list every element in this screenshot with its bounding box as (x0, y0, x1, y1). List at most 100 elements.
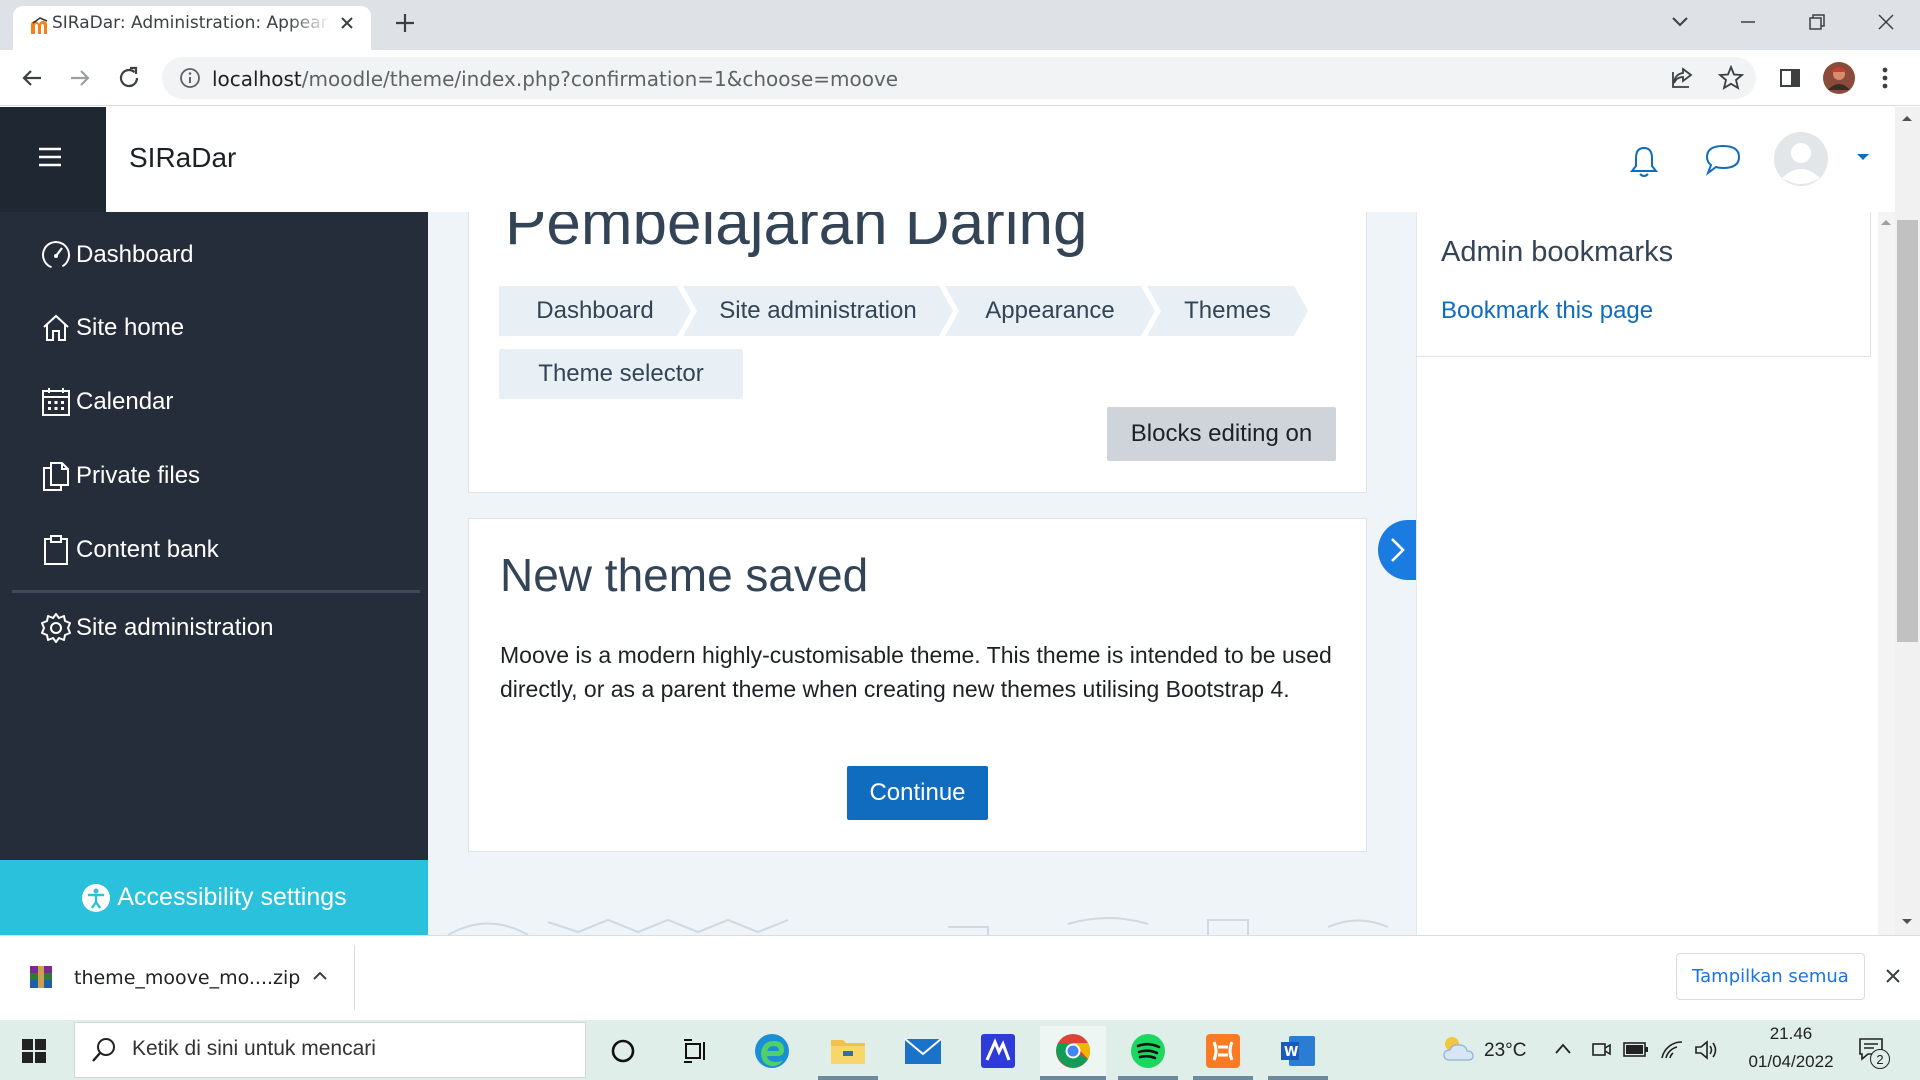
notification-bell-icon[interactable] (1628, 145, 1660, 179)
spotify-icon[interactable] (1115, 1026, 1181, 1076)
back-arrow-icon[interactable] (20, 66, 44, 90)
notice-title: New theme saved (500, 549, 869, 601)
page-heading-clip: Pembelajaran Daring (468, 212, 1367, 282)
inner-scrollbar[interactable] (1878, 212, 1895, 935)
scrollbar-thumb[interactable] (1897, 220, 1918, 642)
spotify-active-indicator (1118, 1076, 1178, 1080)
background-ornament (447, 917, 1389, 935)
tab-search-chevron-down-icon[interactable] (1670, 14, 1690, 30)
xampp-active-indicator (1193, 1076, 1253, 1080)
drawer-item-calendar[interactable]: Calendar (40, 382, 173, 422)
continue-button[interactable]: Continue (847, 766, 988, 820)
moodle-navbar (0, 107, 1895, 212)
breadcrumb-appearance[interactable]: Appearance (945, 286, 1155, 336)
weather-partly-cloudy-icon (1440, 1034, 1476, 1064)
drawer-item-label: Site home (76, 314, 185, 341)
forward-arrow-icon[interactable] (68, 66, 92, 90)
notice-text: Moove is a modern highly-customisable th… (500, 642, 1332, 702)
url-text: localhost/moodle/theme/index.php?confirm… (212, 67, 899, 91)
show-all-downloads-button[interactable]: Tampilkan semua (1676, 953, 1865, 1000)
notification-count-badge: 2 (1870, 1049, 1890, 1069)
user-menu-caret-icon[interactable] (1856, 152, 1870, 162)
wifi-icon[interactable] (1660, 1040, 1684, 1060)
accessibility-label: Accessibility settings (117, 883, 347, 911)
scroll-up-arrow-icon[interactable] (1901, 114, 1913, 122)
meet-now-icon[interactable] (1590, 1038, 1612, 1060)
calendar-icon (42, 388, 70, 416)
page-heading: Pembelajaran Daring (505, 212, 1088, 258)
clock-time[interactable]: 21.46 (1756, 1024, 1826, 1044)
share-icon[interactable] (1670, 66, 1694, 90)
profile-avatar[interactable] (1823, 62, 1855, 94)
clipboard-icon (44, 535, 68, 565)
word-active-indicator (1268, 1076, 1328, 1080)
bookmark-star-icon[interactable] (1718, 65, 1744, 91)
files-icon (43, 462, 69, 491)
svg-text:W: W (1284, 1045, 1298, 1060)
volume-speaker-icon[interactable] (1694, 1039, 1718, 1061)
minimize-icon[interactable] (1738, 12, 1758, 32)
winrar-archive-icon (28, 964, 54, 990)
home-icon (43, 314, 69, 341)
download-separator (354, 945, 355, 1010)
messages-chat-icon[interactable] (1704, 143, 1742, 177)
drawer-toggle-button[interactable] (0, 107, 106, 212)
drawer-item-private-files[interactable]: Private files (40, 456, 200, 496)
site-brand[interactable]: SIRaDar (129, 142, 236, 174)
scroll-down-arrow-icon[interactable] (1901, 918, 1913, 926)
admin-bookmarks-title: Admin bookmarks (1441, 236, 1674, 268)
blocks-editing-button[interactable]: Blocks editing on (1107, 407, 1336, 461)
chevron-right-icon (1387, 536, 1407, 564)
gear-icon (41, 613, 71, 643)
drawer-item-site-home[interactable]: Site home (40, 308, 184, 348)
weather-temperature[interactable]: 23°C (1484, 1040, 1526, 1062)
download-file-name[interactable]: theme_moove_mo....zip (74, 967, 300, 989)
cortana-circle-icon[interactable] (590, 1026, 656, 1076)
app-launcher-icon[interactable] (965, 1026, 1031, 1076)
site-info-icon[interactable] (179, 67, 201, 89)
task-view-icon[interactable] (663, 1026, 729, 1076)
chrome-browser-icon[interactable] (1040, 1026, 1106, 1076)
clock-date[interactable]: 01/04/2022 (1734, 1052, 1848, 1072)
user-avatar[interactable] (1774, 132, 1828, 186)
browser-menu-icon[interactable] (1878, 64, 1892, 92)
close-window-icon[interactable] (1876, 12, 1896, 32)
accessibility-settings-button[interactable]: Accessibility settings (0, 860, 428, 935)
drawer-divider (12, 590, 420, 593)
side-panel-icon[interactable] (1778, 66, 1802, 90)
drawer-item-site-administration[interactable]: Site administration (40, 608, 273, 648)
drawer-item-dashboard[interactable]: Dashboard (40, 235, 193, 275)
dashboard-gauge-icon (42, 241, 70, 269)
reload-icon[interactable] (116, 65, 142, 91)
close-tab-icon[interactable] (338, 14, 356, 32)
drawer-item-label: Calendar (76, 388, 174, 415)
breadcrumb-dashboard[interactable]: Dashboard (499, 286, 691, 336)
hamburger-menu-icon (38, 147, 62, 167)
chrome-active-indicator (1040, 1076, 1106, 1080)
action-center-button[interactable]: 2 (1858, 1037, 1890, 1069)
xampp-icon[interactable] (1190, 1026, 1256, 1076)
bookmark-this-page-link[interactable]: Bookmark this page (1441, 297, 1653, 325)
new-tab-icon[interactable] (394, 12, 416, 34)
moodle-favicon-icon (30, 17, 50, 35)
word-icon[interactable]: W (1265, 1026, 1331, 1076)
file-explorer-icon[interactable] (815, 1026, 881, 1076)
admin-bookmarks-block (1416, 212, 1871, 357)
accessibility-icon (82, 883, 111, 912)
breadcrumb-site-administration[interactable]: Site administration (683, 286, 953, 336)
drawer-item-label: Content bank (76, 536, 219, 563)
close-download-shelf-icon[interactable] (1884, 967, 1902, 985)
windows-start-icon[interactable] (22, 1039, 46, 1063)
restore-window-icon[interactable] (1807, 12, 1827, 32)
show-hidden-icons-chevron-up-icon[interactable] (1554, 1042, 1572, 1056)
download-options-chevron-up-icon[interactable] (312, 970, 328, 982)
mail-icon[interactable] (890, 1026, 956, 1076)
explorer-active-indicator (818, 1076, 878, 1080)
breadcrumb-themes[interactable]: Themes (1147, 286, 1308, 336)
taskbar-search-placeholder: Ketik di sini untuk mencari (132, 1037, 376, 1060)
inner-scroll-up-icon[interactable] (1880, 218, 1892, 226)
edge-browser-icon[interactable] (739, 1026, 805, 1076)
battery-icon[interactable] (1622, 1040, 1650, 1060)
drawer-item-content-bank[interactable]: Content bank (40, 530, 219, 570)
breadcrumb-theme-selector[interactable]: Theme selector (499, 349, 743, 399)
